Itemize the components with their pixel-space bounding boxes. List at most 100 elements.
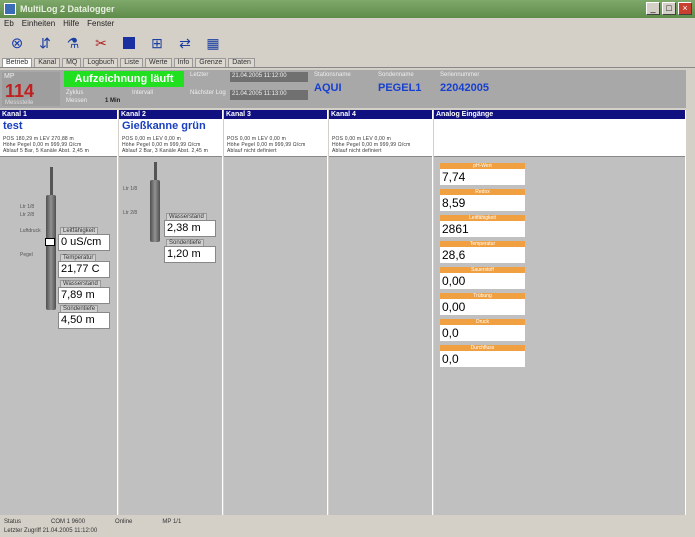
last-log-caption: Letzter bbox=[190, 72, 209, 78]
channel-info: POS 0,00 m LEV 0,00 m Höhe Pegel 0,00 m … bbox=[224, 119, 327, 157]
level-label: Ltr 2/8 bbox=[20, 212, 35, 218]
analog-item: Sauerstoff 0,00 bbox=[440, 267, 525, 289]
mp-caption: MP bbox=[4, 73, 15, 80]
grid-icon[interactable]: ⊞ bbox=[146, 33, 168, 53]
tab-werte[interactable]: Werte bbox=[145, 58, 172, 67]
channel-header: Kanal 4 bbox=[329, 110, 432, 119]
info-bar: MP 114 Messstelle Aufzeichnung läuft Zyk… bbox=[0, 70, 686, 108]
next-log-value: 21.04.2005 11:13:00 bbox=[230, 90, 308, 100]
channel-info: Gießkanne grün POS 0,00 m LEV 0,00 m Höh… bbox=[119, 119, 222, 157]
menu-item[interactable]: Hilfe bbox=[63, 19, 79, 31]
analog-value: 7,74 bbox=[440, 169, 525, 185]
tab-liste[interactable]: Liste bbox=[120, 58, 144, 67]
conductivity-value: 0 uS/cm bbox=[58, 234, 110, 251]
level-label: Ltr 1/8 bbox=[123, 186, 138, 192]
analog-value: 0,00 bbox=[440, 299, 525, 315]
read-icon[interactable]: ⇵ bbox=[34, 33, 56, 53]
channel-header: Kanal 2 bbox=[119, 110, 222, 119]
water-level-value: 2,38 m bbox=[164, 220, 216, 237]
chart-icon[interactable]: ⇄ bbox=[174, 33, 196, 53]
measure-caption: Messen bbox=[66, 98, 88, 104]
square-icon[interactable] bbox=[118, 33, 140, 53]
analog-value: 0,0 bbox=[440, 325, 525, 341]
serial-value: 22042005 bbox=[440, 82, 489, 94]
status-mp: MP 1/1 bbox=[162, 519, 182, 525]
status-bar: Status COM 1 9600 Online MP 1/1 Letzter … bbox=[0, 518, 695, 537]
analog-header: Analog Eingänge bbox=[434, 110, 685, 119]
analog-value: 0,0 bbox=[440, 351, 525, 367]
station-caption: Stationsname bbox=[314, 72, 351, 78]
status-row: Status COM 1 9600 Online MP 1/1 bbox=[4, 519, 181, 525]
close-button[interactable]: × bbox=[678, 2, 692, 15]
probe-depth-value: 1,20 m bbox=[164, 246, 216, 263]
probe-graphic bbox=[46, 195, 56, 310]
menu-item[interactable]: Einheiten bbox=[22, 19, 55, 31]
app-icon bbox=[4, 3, 16, 15]
probe-value: PEGEL1 bbox=[378, 82, 422, 94]
tab-info[interactable]: Info bbox=[173, 58, 194, 67]
tab-betrieb[interactable]: Betrieb bbox=[2, 58, 33, 67]
maximize-button[interactable]: □ bbox=[662, 2, 676, 15]
tab-grenze[interactable]: Grenze bbox=[195, 58, 227, 67]
analog-value: 28,6 bbox=[440, 247, 525, 263]
status-text: Status bbox=[4, 519, 22, 525]
analog-item: Druck 0,0 bbox=[440, 319, 525, 341]
channel-name: Gießkanne grün bbox=[122, 120, 206, 132]
square-glyph bbox=[123, 37, 135, 49]
analog-item: Temperatur 28,6 bbox=[440, 241, 525, 263]
tab-mq[interactable]: MQ bbox=[62, 58, 82, 67]
probe-cable bbox=[154, 162, 157, 180]
analog-item: Durchfluss 0,0 bbox=[440, 345, 525, 367]
menu-bar: Eb Einheiten Hilfe Fenster bbox=[0, 19, 114, 31]
status-last-access: Letzter Zugriff 21.04.2005 11:12:00 bbox=[4, 528, 98, 534]
tab-daten[interactable]: Daten bbox=[228, 58, 255, 67]
channel-line: Ablauf 5 Bar, 5 Kanäle Abst. 2,45 m bbox=[3, 148, 89, 154]
title-bar: MultiLog 2 Datalogger _ □ × bbox=[0, 0, 695, 18]
water-level-value: 7,89 m bbox=[58, 287, 110, 304]
side-label: Pegel bbox=[20, 252, 33, 258]
interval-caption: Intervall bbox=[132, 90, 154, 96]
analog-item: Trübung 0,00 bbox=[440, 293, 525, 315]
next-log-caption: Nächster Log bbox=[190, 90, 226, 96]
channel-panel-1: Kanal 1 test POS 180,29 m LEV 270,88 m H… bbox=[0, 110, 118, 515]
probe-graphic bbox=[150, 180, 160, 242]
probe-cable bbox=[50, 167, 53, 195]
menu-item[interactable]: Fenster bbox=[87, 19, 114, 31]
channel-line: Ablauf nicht definiert bbox=[332, 148, 382, 154]
channel-info: test POS 180,29 m LEV 270,88 m Höhe Pege… bbox=[0, 119, 117, 157]
recording-status: Aufzeichnung läuft bbox=[64, 71, 184, 87]
serial-caption: Seriennummer bbox=[440, 72, 480, 78]
stop-icon[interactable]: ⊗ bbox=[6, 33, 28, 53]
probe-icon[interactable]: ⚗ bbox=[62, 33, 84, 53]
interval-value: 1 Min bbox=[105, 98, 121, 104]
analog-value: 0,00 bbox=[440, 273, 525, 289]
status-online: Online bbox=[115, 519, 133, 525]
menu-item[interactable]: Eb bbox=[4, 19, 14, 31]
side-label: Luftdruck bbox=[20, 228, 41, 234]
channel-line: Ablauf nicht definiert bbox=[227, 148, 277, 154]
table-icon[interactable]: ▦ bbox=[202, 33, 224, 53]
status-port: COM 1 9600 bbox=[51, 519, 86, 525]
cycle-caption: Zyklus bbox=[66, 90, 84, 96]
tool-icon[interactable]: ✂ bbox=[90, 33, 112, 53]
mp-sub: Messstelle bbox=[5, 100, 34, 106]
level-label: Ltr 2/8 bbox=[123, 210, 138, 216]
level-label: Ltr 1/8 bbox=[20, 204, 35, 210]
toolbar: ⊗ ⇵ ⚗ ✂ ⊞ ⇄ ▦ bbox=[0, 32, 695, 54]
channel-panel-2: Kanal 2 Gießkanne grün POS 0,00 m LEV 0,… bbox=[119, 110, 223, 515]
channel-line: Ablauf 2 Bar, 3 Kanäle Abst. 2,45 m bbox=[122, 148, 208, 154]
tab-logbuch[interactable]: Logbuch bbox=[83, 58, 119, 67]
channel-panel-3: Kanal 3 POS 0,00 m LEV 0,00 m Höhe Pegel… bbox=[224, 110, 328, 515]
analog-info bbox=[434, 119, 685, 157]
channel-name: test bbox=[3, 120, 23, 132]
minimize-button[interactable]: _ bbox=[646, 2, 660, 15]
measuring-point-box: MP 114 Messstelle bbox=[2, 72, 60, 106]
analog-item: Redox 8,59 bbox=[440, 189, 525, 211]
channel-info: POS 0,00 m LEV 0,00 m Höhe Pegel 0,00 m … bbox=[329, 119, 432, 157]
probe-caption: Sondenname bbox=[378, 72, 414, 78]
tab-kanal[interactable]: Kanal bbox=[34, 58, 61, 67]
analog-item: pH-Wert 7,74 bbox=[440, 163, 525, 185]
window-controls: _ □ × bbox=[646, 2, 692, 15]
channel-panels: Kanal 1 test POS 180,29 m LEV 270,88 m H… bbox=[0, 110, 686, 515]
mp-value: 114 bbox=[5, 81, 35, 101]
